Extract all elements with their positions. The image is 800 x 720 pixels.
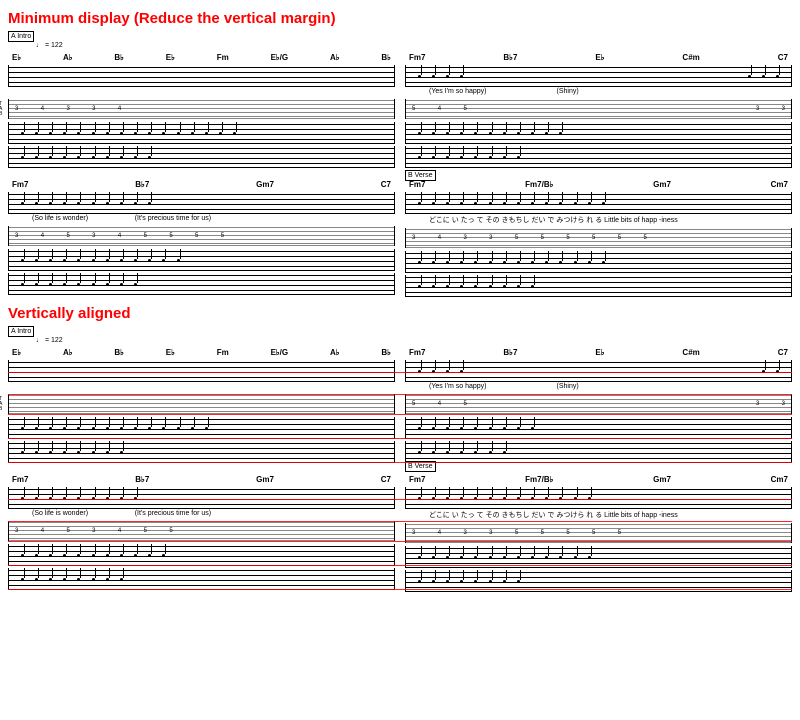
score-row-2: Fm7 B♭7 Gm7 C7 (So life is wonder) (It's… [8, 176, 792, 297]
treble-staff [405, 122, 792, 144]
tab-staff: 54533 [405, 99, 792, 119]
system-3b: Fm7B♭7Gm7C7 (So life is wonder) (It's pr… [8, 471, 395, 592]
section-marker-verse: B Verse [405, 461, 436, 472]
bass-staff [405, 146, 792, 168]
tab-numbers: 3 4 3 3 4 [9, 99, 394, 119]
heading-minimum: Minimum display (Reduce the vertical mar… [8, 10, 792, 27]
chord-row: Fm7 B♭7 E♭ C#m C7 [405, 53, 792, 63]
tempo-mark: ♩ = 122 [36, 42, 63, 49]
tempo-mark: ♩ = 122 [36, 337, 63, 344]
section-marker-intro: A Intro [8, 326, 34, 337]
aligned-block-2: Fm7B♭7Gm7C7 (So life is wonder) (It's pr… [8, 471, 792, 592]
aligned-block-1: A Intro ♩ = 122 E♭A♭B♭E♭FmE♭/GA♭B♭ TAB F… [8, 328, 792, 463]
bass-staff [8, 146, 395, 168]
lyrics: どこに い たっ て その きもちし だい で みつけら れ る Little … [405, 214, 792, 226]
lyrics [8, 87, 395, 97]
vocal-staff [8, 360, 395, 382]
tab-staff: TAB [8, 394, 395, 414]
score-row-1: A Intro ♩ = 122 E♭ A♭ B♭ E♭ Fm E♭/G A♭ B… [8, 33, 792, 168]
lyrics: (Yes I'm so happy) (Shiny) [405, 87, 792, 97]
tab-staff: 3433555555 [405, 228, 792, 248]
tab-label: TAB [0, 102, 2, 117]
vocal-staff [8, 65, 395, 87]
section-marker-verse: B Verse [405, 170, 436, 181]
bass-staff [405, 275, 792, 297]
vocal-staff [405, 192, 792, 214]
chord-row: E♭ A♭ B♭ E♭ Fm E♭/G A♭ B♭ [8, 53, 395, 63]
bass-staff [8, 273, 395, 295]
system-2b: Fm7B♭7E♭C#mC7 (Yes I'm so happy) (Shiny)… [405, 328, 792, 463]
system-1b: A Intro ♩ = 122 E♭A♭B♭E♭FmE♭/GA♭B♭ TAB [8, 328, 395, 463]
system-4: B Verse Fm7 Fm7/B♭ Gm7 Cm7 どこに い たっ て その… [405, 176, 792, 297]
tab-staff: TAB 3 4 3 3 4 [8, 99, 395, 119]
system-1: A Intro ♩ = 122 E♭ A♭ B♭ E♭ Fm E♭/G A♭ B… [8, 33, 395, 168]
system-2: Fm7 B♭7 E♭ C#m C7 (Yes I'm so happy) (Sh… [405, 33, 792, 168]
system-3: Fm7 B♭7 Gm7 C7 (So life is wonder) (It's… [8, 176, 395, 297]
treble-staff [405, 251, 792, 273]
treble-staff [8, 122, 395, 144]
treble-staff [8, 249, 395, 271]
tab-staff: 345345555 [8, 226, 395, 246]
vocal-staff [8, 192, 395, 214]
heading-aligned: Vertically aligned [8, 305, 792, 322]
section-marker-intro: A Intro [8, 31, 34, 42]
system-4b: B Verse Fm7Fm7/B♭Gm7Cm7 どこに い たっ て その きも… [405, 471, 792, 592]
vocal-staff [405, 65, 792, 87]
lyrics: (So life is wonder) (It's precious time … [8, 214, 395, 224]
